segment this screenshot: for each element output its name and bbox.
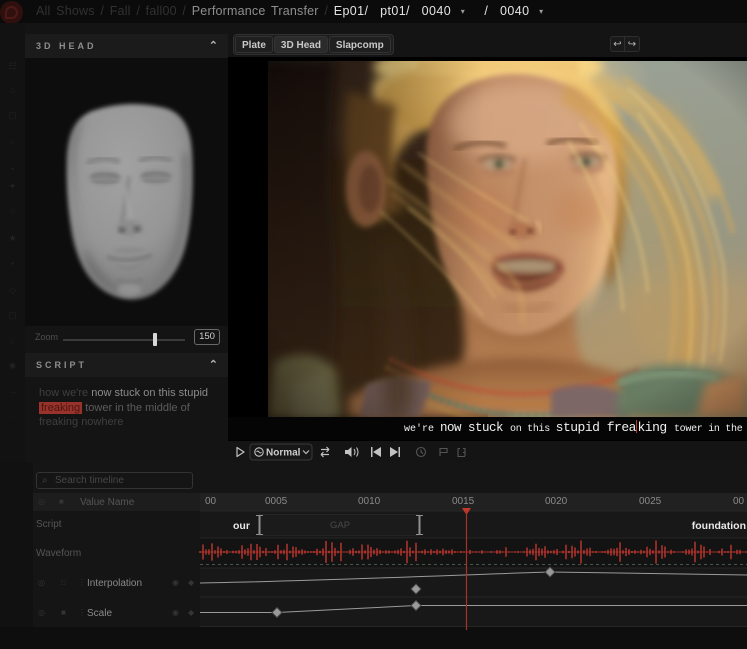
svg-text:our: our bbox=[233, 520, 250, 532]
svg-text:Normal: Normal bbox=[266, 448, 301, 459]
svg-text:GAP: GAP bbox=[330, 520, 350, 531]
svg-text:foundation: foundation bbox=[692, 520, 746, 532]
